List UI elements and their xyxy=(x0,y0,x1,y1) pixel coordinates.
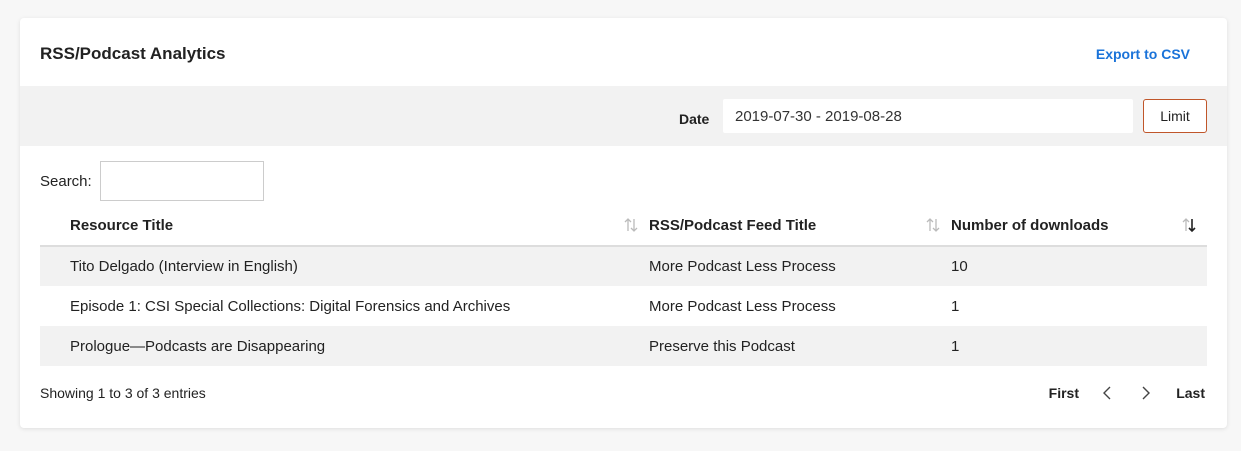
table-row: Episode 1: CSI Special Collections: Digi… xyxy=(40,286,1207,326)
first-page-button[interactable]: First xyxy=(1049,385,1079,401)
cell-feed-title: Preserve this Podcast xyxy=(649,326,951,366)
analytics-card: RSS/Podcast Analytics Export to CSV Date… xyxy=(20,18,1227,428)
column-header-downloads[interactable]: Number of downloads xyxy=(951,206,1207,247)
cell-downloads: 1 xyxy=(951,297,960,315)
next-page-button[interactable] xyxy=(1138,384,1152,402)
limit-button[interactable]: Limit xyxy=(1143,99,1207,133)
cell-downloads: 10 xyxy=(951,246,1207,286)
date-range-input[interactable] xyxy=(723,99,1133,133)
cell-downloads: 1 xyxy=(951,326,1207,366)
cell-feed-title: More Podcast Less Process xyxy=(649,297,836,315)
table-header-row: Resource Title RSS/Podcast Feed Title Nu… xyxy=(40,206,1207,247)
column-header-label: Resource Title xyxy=(70,217,174,234)
column-header-label: RSS/Podcast Feed Title xyxy=(649,217,817,234)
column-header-label: Number of downloads xyxy=(951,217,1109,234)
table-info: Showing 1 to 3 of 3 entries xyxy=(40,385,206,401)
analytics-table: Resource Title RSS/Podcast Feed Title Nu… xyxy=(40,206,1207,366)
page-title: RSS/Podcast Analytics xyxy=(40,44,226,63)
search-input[interactable] xyxy=(100,161,264,201)
sort-desc-icon xyxy=(1182,218,1196,233)
column-header-feed-title[interactable]: RSS/Podcast Feed Title xyxy=(649,206,951,247)
chevron-left-icon xyxy=(1103,386,1111,400)
sort-icon xyxy=(926,218,940,232)
sort-icon xyxy=(624,218,638,232)
cell-resource-title: Tito Delgado (Interview in English) xyxy=(40,246,649,286)
table-row: Prologue—Podcasts are Disappearing Prese… xyxy=(40,326,1207,366)
table-row: Tito Delgado (Interview in English) More… xyxy=(40,246,1207,286)
cell-resource-title: Episode 1: CSI Special Collections: Digi… xyxy=(70,297,511,315)
chevron-right-icon xyxy=(1142,386,1150,400)
date-label: Date xyxy=(679,111,710,127)
previous-page-button[interactable] xyxy=(1101,384,1115,402)
export-csv-link[interactable]: Export to CSV xyxy=(1096,46,1190,62)
last-page-button[interactable]: Last xyxy=(1176,385,1205,401)
card-header: RSS/Podcast Analytics Export to CSV xyxy=(20,18,1227,86)
search-label: Search: xyxy=(40,173,92,190)
date-filter-bar: Date Limit xyxy=(20,86,1227,146)
cell-resource-title: Prologue—Podcasts are Disappearing xyxy=(40,326,649,366)
column-header-resource-title[interactable]: Resource Title xyxy=(40,206,649,247)
pagination: First Last xyxy=(1005,383,1205,403)
cell-feed-title: More Podcast Less Process xyxy=(649,246,951,286)
